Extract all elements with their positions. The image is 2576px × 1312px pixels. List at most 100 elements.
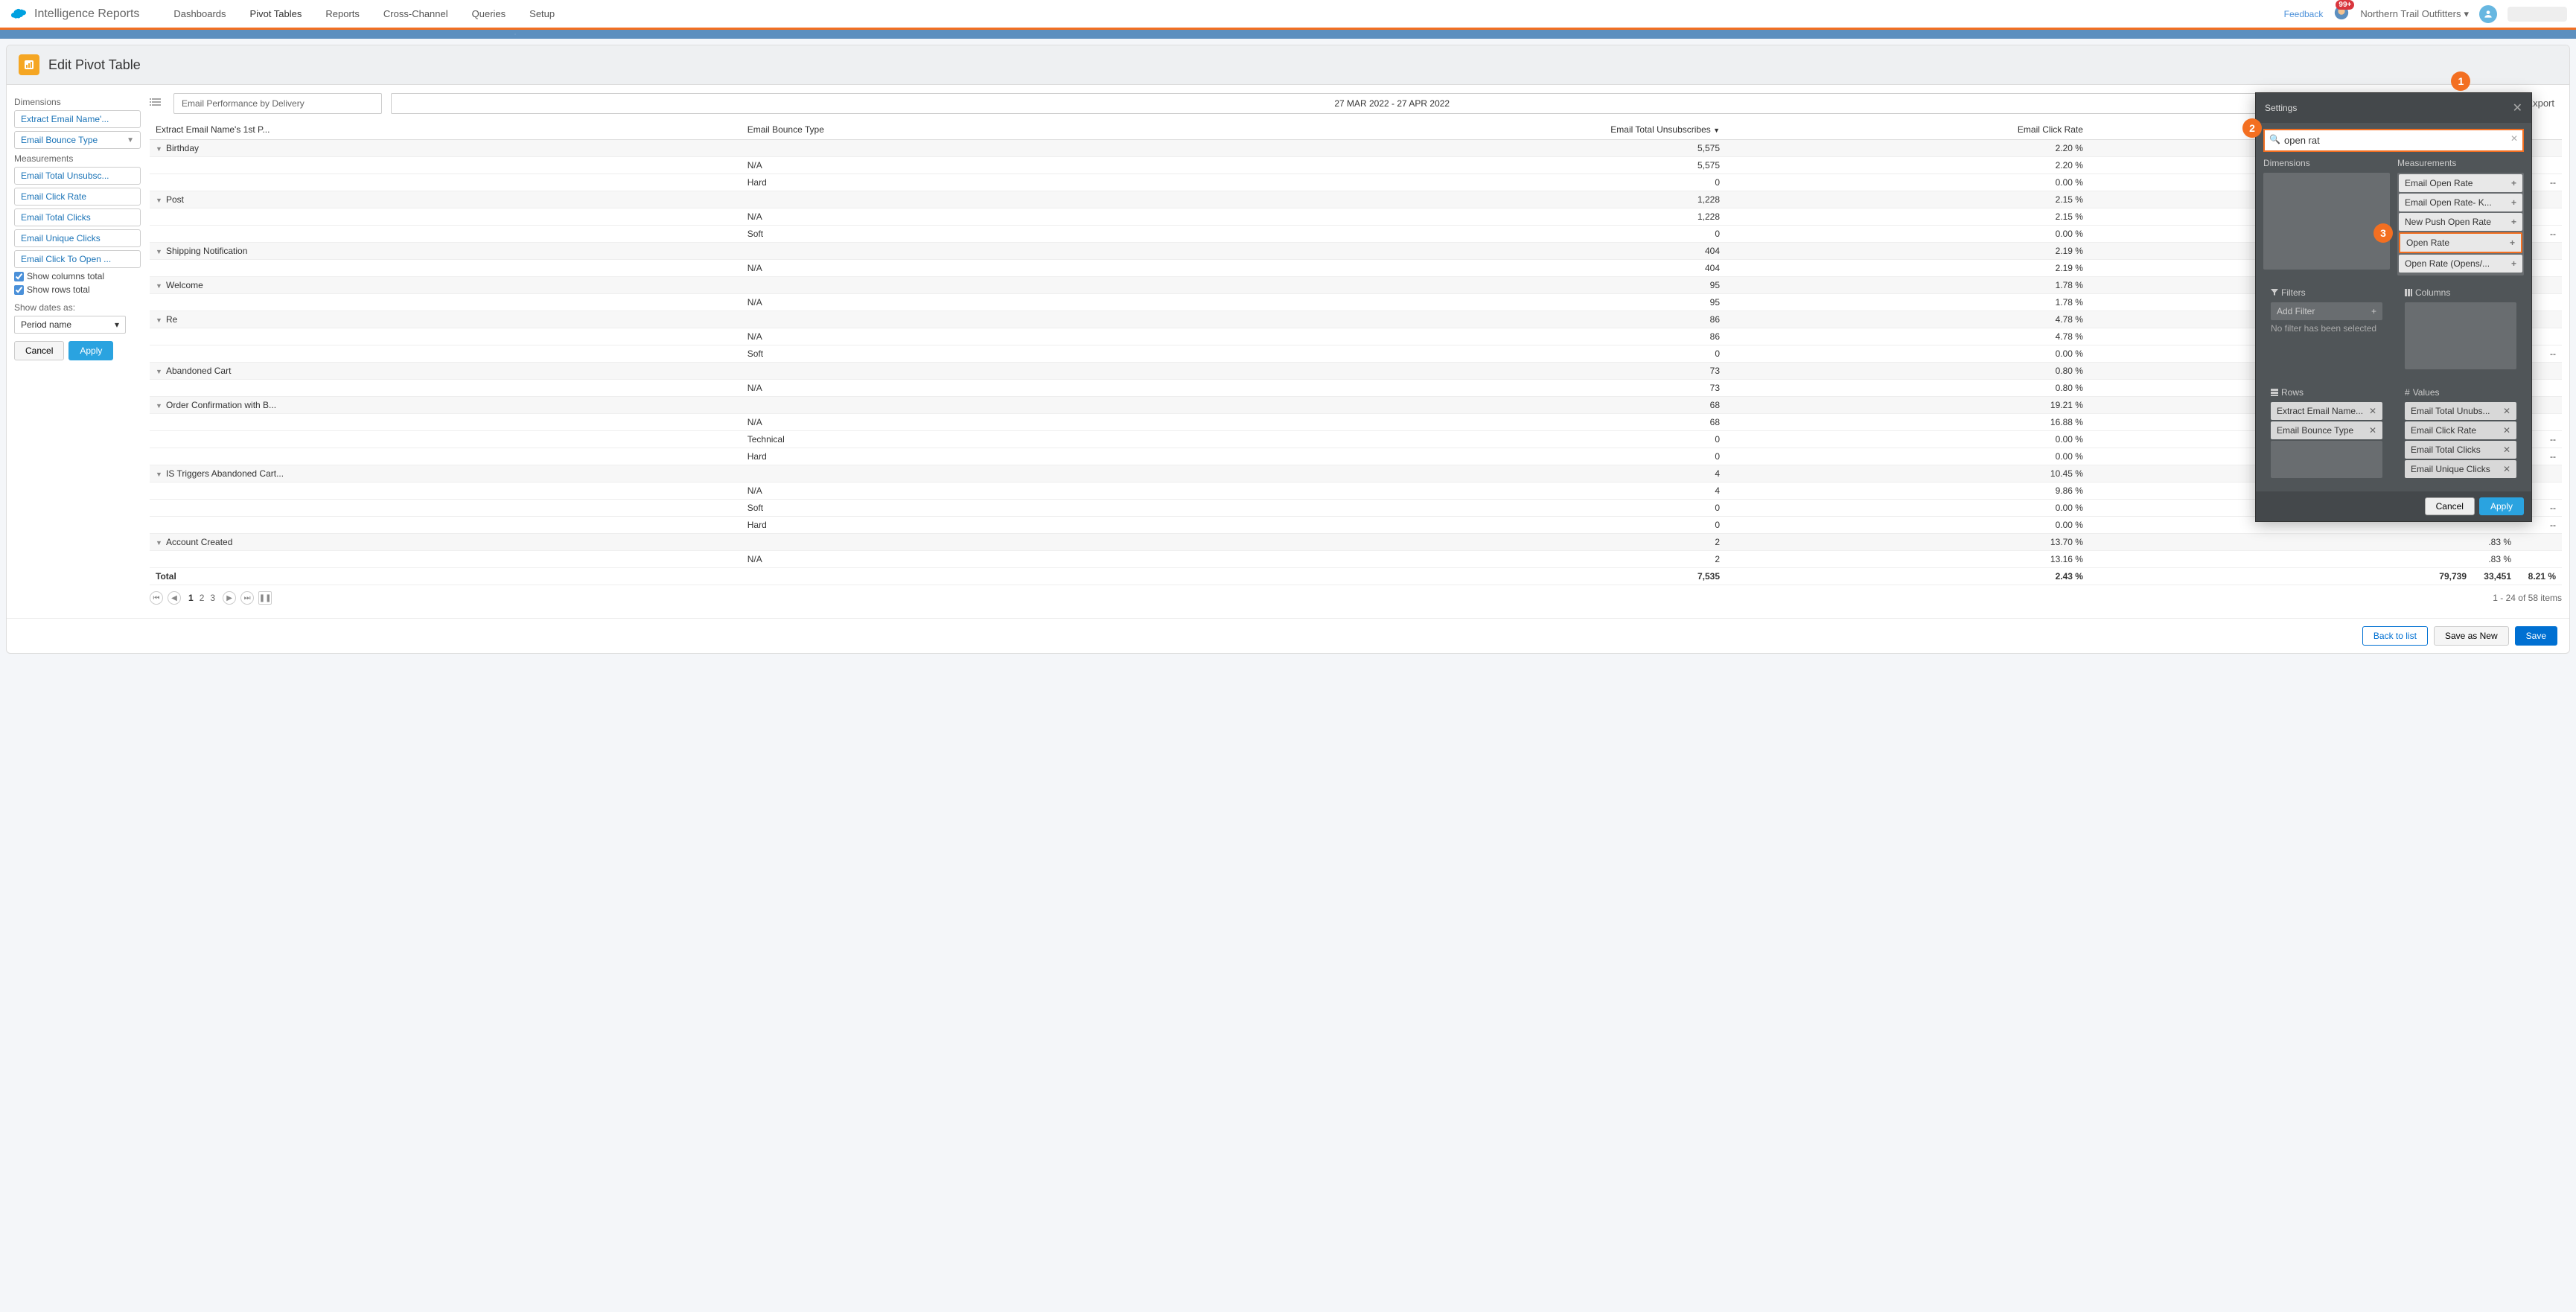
pager-last[interactable]: ⏭: [240, 591, 254, 605]
popup-chip[interactable]: Email Click Rate✕: [2405, 421, 2516, 439]
pager-pause[interactable]: ❚❚: [258, 591, 272, 605]
apply-button[interactable]: Apply: [68, 341, 113, 360]
callout-marker-3: 3: [2373, 223, 2393, 243]
list-icon[interactable]: [150, 95, 165, 111]
column-header[interactable]: Email Bounce Type: [742, 120, 1158, 140]
config-pill[interactable]: Email Bounce Type▼: [14, 131, 141, 149]
notification-badge: 99+: [2336, 0, 2354, 10]
date-range-picker[interactable]: 27 MAR 2022 - 27 APR 2022: [391, 93, 2393, 114]
popup-measurement-item[interactable]: Open Rate+: [2399, 232, 2522, 253]
pager-page[interactable]: 1: [185, 593, 197, 603]
table-row: ▼Abandoned Cart730.80 %.47 %: [150, 363, 2562, 380]
table-row: ▼Order Confirmation with B...6819.21 %.6…: [150, 397, 2562, 414]
remove-icon[interactable]: ✕: [2503, 464, 2510, 474]
remove-icon[interactable]: ✕: [2369, 406, 2376, 416]
show-columns-total-checkbox[interactable]: Show columns total: [14, 271, 141, 281]
config-pill[interactable]: Email Unique Clicks: [14, 229, 141, 247]
table-row: Soft00.00 %--: [150, 500, 2562, 517]
popup-chip[interactable]: Email Unique Clicks✕: [2405, 460, 2516, 478]
chevron-down-icon: ▾: [115, 319, 119, 330]
header-right: Feedback 99+ Northern Trail Outfitters ▾: [2284, 4, 2567, 23]
remove-icon[interactable]: ✕: [2369, 425, 2376, 436]
expand-icon[interactable]: ▼: [156, 282, 163, 290]
column-header[interactable]: Extract Email Name's 1st P...: [150, 120, 742, 140]
nav-tab-setup[interactable]: Setup: [517, 0, 567, 28]
table-row: ▼Post1,2282.15 %.45 %: [150, 191, 2562, 208]
remove-icon[interactable]: ✕: [2503, 425, 2510, 436]
header-search[interactable]: [2508, 7, 2567, 22]
add-filter-button[interactable]: Add Filter+: [2271, 302, 2382, 320]
report-name-input[interactable]: Email Performance by Delivery: [173, 93, 382, 114]
config-pill[interactable]: Extract Email Name'...: [14, 110, 141, 128]
config-pill[interactable]: Email Total Clicks: [14, 208, 141, 226]
popup-rows-dropzone[interactable]: [2271, 441, 2382, 478]
expand-icon[interactable]: ▼: [156, 539, 163, 547]
remove-icon[interactable]: ✕: [2503, 445, 2510, 455]
callout-marker-1: 1: [2451, 71, 2470, 91]
expand-icon[interactable]: ▼: [156, 316, 163, 324]
back-to-list-button[interactable]: Back to list: [2362, 626, 2428, 646]
column-header[interactable]: Email Click Rate: [1726, 120, 2089, 140]
nav-tab-queries[interactable]: Queries: [460, 0, 518, 28]
pager-prev[interactable]: ◀: [168, 591, 181, 605]
org-selector[interactable]: Northern Trail Outfitters ▾: [2360, 8, 2469, 20]
popup-cancel-button[interactable]: Cancel: [2425, 497, 2475, 515]
expand-icon[interactable]: ▼: [156, 471, 163, 478]
show-rows-total-checkbox[interactable]: Show rows total: [14, 284, 141, 295]
popup-close-button[interactable]: ✕: [2513, 101, 2522, 115]
settings-popup: Settings ✕ 2 🔍 ✕ Dimensions: [2255, 92, 2532, 522]
left-config-panel: Dimensions Extract Email Name'...Email B…: [14, 92, 141, 611]
expand-icon[interactable]: ▼: [156, 402, 163, 410]
popup-chip[interactable]: Email Total Unubs...✕: [2405, 402, 2516, 420]
popup-measurement-item[interactable]: Email Open Rate- K...+: [2399, 194, 2522, 211]
user-avatar[interactable]: [2479, 5, 2497, 23]
plus-icon: +: [2510, 238, 2515, 248]
nav-tab-pivot-tables[interactable]: Pivot Tables: [238, 0, 314, 30]
show-dates-label: Show dates as:: [14, 302, 141, 313]
expand-icon[interactable]: ▼: [156, 368, 163, 375]
config-pill[interactable]: Email Total Unsubsc...: [14, 167, 141, 185]
nav-tab-cross-channel[interactable]: Cross-Channel: [372, 0, 460, 28]
popup-rows-header: Rows: [2271, 387, 2382, 398]
pager-first[interactable]: ⏮: [150, 591, 163, 605]
pager-page[interactable]: 3: [207, 593, 218, 603]
config-pill[interactable]: Email Click To Open ...: [14, 250, 141, 268]
save-button[interactable]: Save: [2515, 626, 2557, 646]
popup-chip[interactable]: Email Bounce Type✕: [2271, 421, 2382, 439]
salesforce-logo-icon: [9, 8, 27, 20]
table-row: ▼Birthday5,5752.20 %.56 %: [150, 140, 2562, 157]
popup-measurement-item[interactable]: Email Open Rate+: [2399, 174, 2522, 192]
expand-icon[interactable]: ▼: [156, 197, 163, 204]
pivot-table-icon: [19, 54, 39, 75]
config-pill[interactable]: Email Click Rate: [14, 188, 141, 206]
rows-icon: [2271, 389, 2278, 396]
popup-chip[interactable]: Extract Email Name...✕: [2271, 402, 2382, 420]
popup-measurement-item[interactable]: Open Rate (Opens/...+: [2399, 255, 2522, 273]
sort-icon: ▼: [1713, 127, 1720, 134]
nav-tab-dashboards[interactable]: Dashboards: [162, 0, 237, 28]
clear-search-icon[interactable]: ✕: [2510, 133, 2518, 144]
pager-next[interactable]: ▶: [223, 591, 236, 605]
popup-apply-button[interactable]: Apply: [2479, 497, 2524, 515]
table-row: Technical00.00 %--: [150, 431, 2562, 448]
remove-icon[interactable]: ✕: [2503, 406, 2510, 416]
popup-columns-list[interactable]: [2405, 302, 2516, 369]
chevron-down-icon: ▾: [2464, 8, 2469, 20]
column-header[interactable]: Email Total Unsubscribes ▼: [1158, 120, 1726, 140]
popup-chip[interactable]: Email Total Clicks✕: [2405, 441, 2516, 459]
notification-bell[interactable]: 99+: [2333, 4, 2350, 23]
popup-search-input[interactable]: [2263, 129, 2524, 152]
pager-page[interactable]: 2: [197, 593, 208, 603]
popup-measurement-item[interactable]: New Push Open Rate+: [2399, 213, 2522, 231]
nav-tabs: DashboardsPivot TablesReportsCross-Chann…: [162, 0, 2283, 28]
show-dates-select[interactable]: Period name ▾: [14, 316, 126, 334]
save-as-new-button[interactable]: Save as New: [2434, 626, 2509, 646]
decorative-band: [0, 30, 2576, 39]
table-row: ▼Account Created213.70 %.83 %: [150, 534, 2562, 551]
cancel-button[interactable]: Cancel: [14, 341, 64, 360]
nav-tab-reports[interactable]: Reports: [313, 0, 372, 28]
expand-icon[interactable]: ▼: [156, 145, 163, 153]
table-row: N/A864.78 %.94 %: [150, 328, 2562, 345]
expand-icon[interactable]: ▼: [156, 248, 163, 255]
feedback-link[interactable]: Feedback: [2284, 9, 2324, 19]
